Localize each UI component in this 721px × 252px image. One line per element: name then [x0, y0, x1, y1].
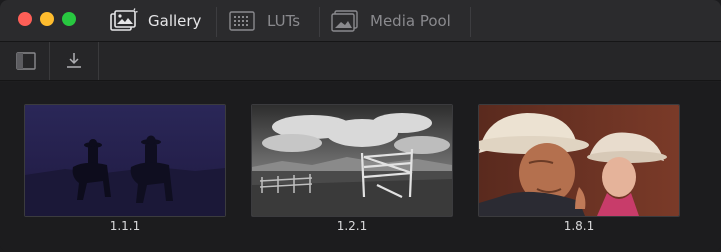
- minimize-window-button[interactable]: [40, 12, 54, 26]
- close-window-button[interactable]: [18, 12, 32, 26]
- import-stills-button[interactable]: [50, 42, 98, 80]
- gallery-toolbar: [0, 42, 721, 81]
- still-item[interactable]: 1.1.1: [24, 104, 226, 233]
- still-item[interactable]: 1.8.1: [478, 104, 680, 233]
- gallery-icon: [110, 7, 138, 31]
- still-thumbnail[interactable]: [24, 104, 226, 217]
- tab-divider: [470, 7, 471, 37]
- maximize-window-button[interactable]: [62, 12, 76, 26]
- still-thumbnail[interactable]: [251, 104, 453, 217]
- import-icon: [67, 53, 81, 68]
- stills-grid: 1.1.1 1.2.1 1.8.1: [0, 82, 721, 252]
- tab-gallery-label: Gallery: [148, 11, 202, 30]
- toggle-sidebar-button[interactable]: [2, 42, 50, 80]
- still-label: 1.8.1: [563, 219, 595, 233]
- gallery-window: Gallery LUTs Media Pool 1.1.1 1.2.1 1.8.…: [0, 0, 721, 252]
- toolbar-divider: [98, 42, 99, 80]
- still-item[interactable]: 1.2.1: [251, 104, 453, 233]
- luts-icon: [229, 10, 255, 31]
- still-thumbnail[interactable]: [478, 104, 680, 217]
- tab-bar: Gallery LUTs Media Pool: [0, 0, 721, 42]
- tab-media-pool[interactable]: Media Pool: [320, 0, 470, 41]
- tab-gallery[interactable]: Gallery: [98, 0, 216, 41]
- tab-luts-label: LUTs: [267, 11, 301, 30]
- tab-luts[interactable]: LUTs: [217, 0, 319, 41]
- media-pool-icon: [331, 9, 358, 32]
- sidebar-toggle-icon: [16, 52, 36, 70]
- tab-media-pool-label: Media Pool: [370, 11, 451, 30]
- still-label: 1.2.1: [336, 219, 368, 233]
- still-label: 1.1.1: [109, 219, 141, 233]
